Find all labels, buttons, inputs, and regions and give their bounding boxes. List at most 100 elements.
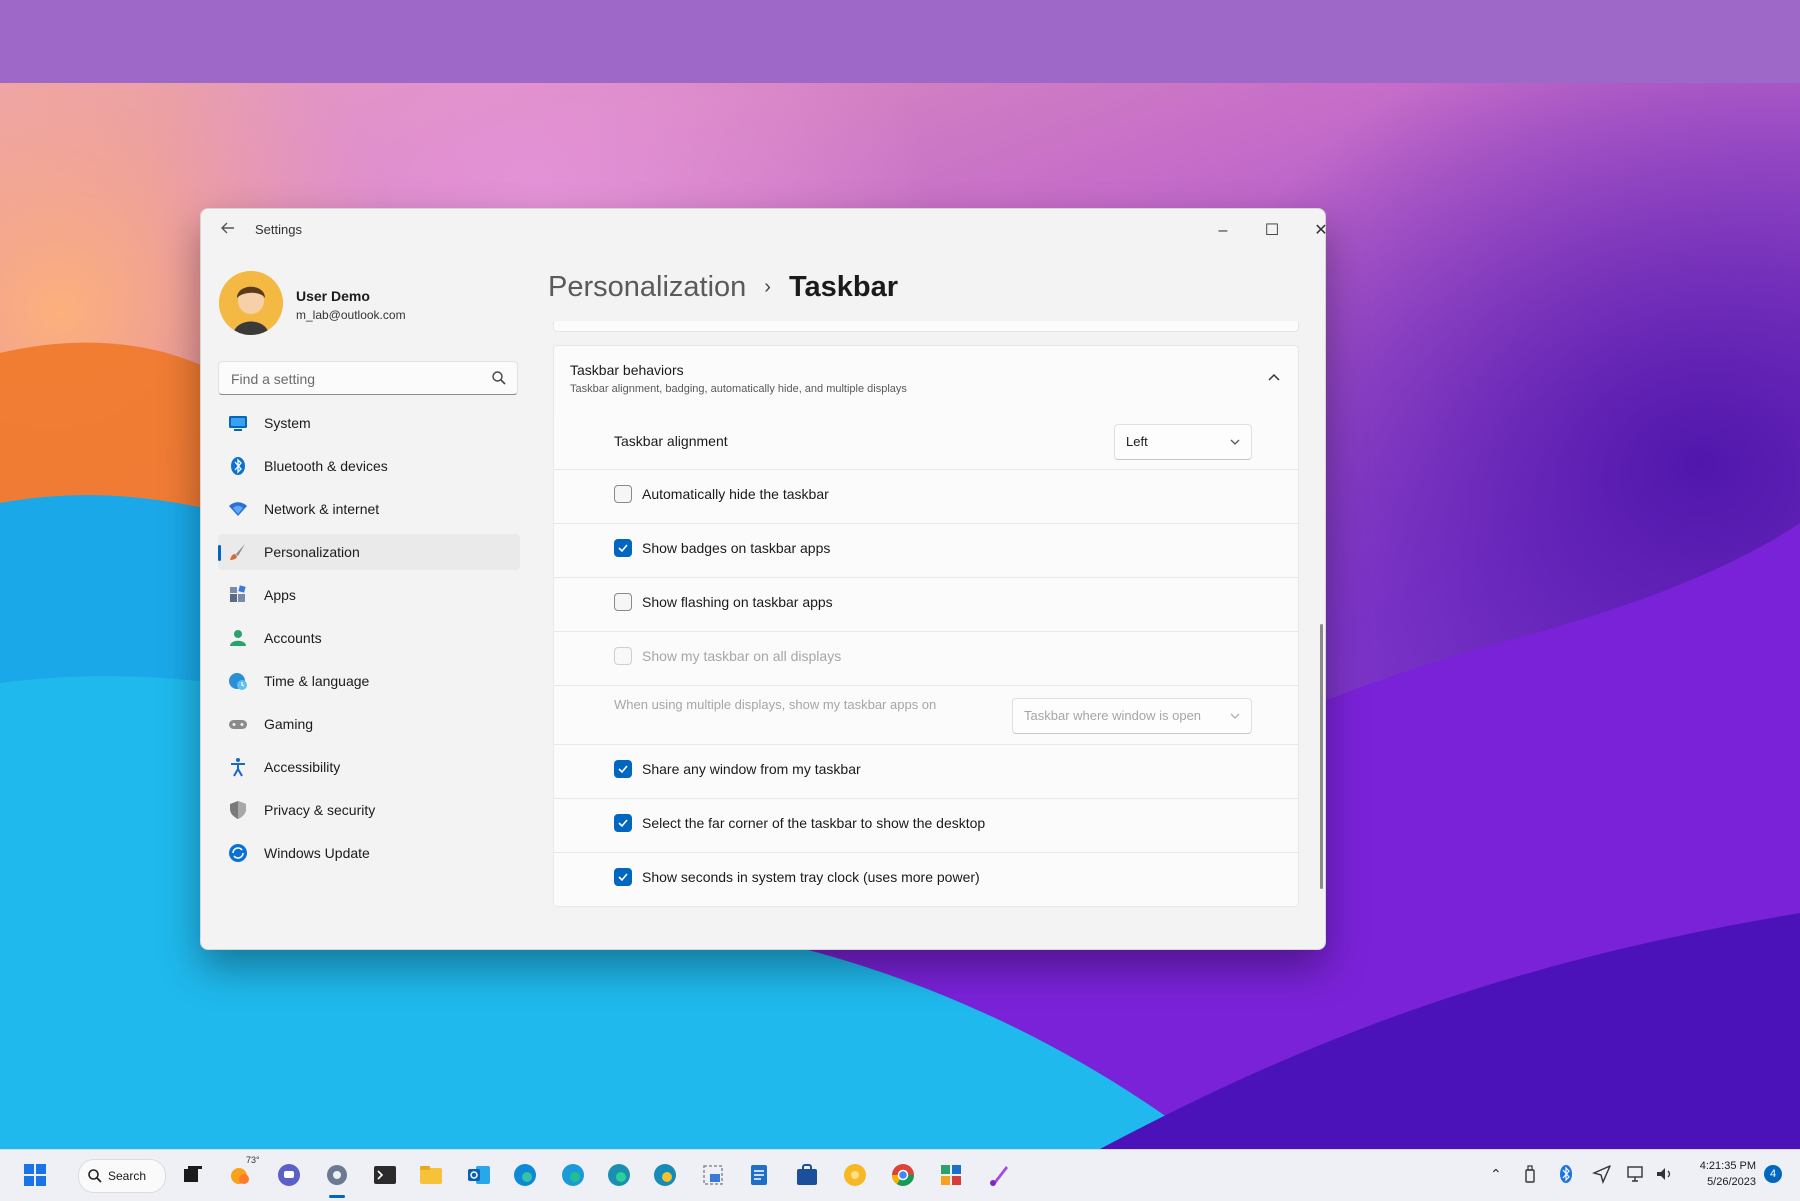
page-title: Taskbar <box>788 271 899 303</box>
weather-icon[interactable] <box>228 1162 254 1188</box>
edge-dev-icon[interactable] <box>606 1162 632 1188</box>
checkbox-row[interactable]: Show flashing on taskbar apps <box>553 578 1299 632</box>
edge-icon[interactable] <box>512 1162 538 1188</box>
minimize-icon: – <box>1218 222 1228 239</box>
store-icon[interactable] <box>794 1162 820 1188</box>
notepad-icon[interactable] <box>746 1162 772 1188</box>
checkbox-row[interactable]: Show badges on taskbar apps <box>553 524 1299 578</box>
usb-icon[interactable] <box>1520 1164 1540 1184</box>
behaviors-list: Taskbar alignment Left Automatically hid… <box>553 416 1299 907</box>
sidebar-item-label: System <box>264 415 311 431</box>
far-corner-checkbox[interactable] <box>614 814 632 832</box>
checkbox-label: Show flashing on taskbar apps <box>642 594 833 610</box>
show-badges-checkbox[interactable] <box>614 539 632 557</box>
photos-icon[interactable] <box>938 1162 964 1188</box>
search-input[interactable] <box>229 368 483 390</box>
outlook-icon[interactable] <box>466 1162 492 1188</box>
avatar[interactable] <box>219 271 283 335</box>
chevron-up-icon[interactable]: ⌃ <box>1490 1166 1502 1183</box>
close-icon: ✕ <box>1314 222 1328 239</box>
previous-card <box>553 321 1299 332</box>
user-avatar-icon <box>219 271 283 335</box>
chat-icon[interactable] <box>276 1162 302 1188</box>
edge-beta-icon[interactable] <box>560 1162 586 1188</box>
sidebar-item-windows-update[interactable]: Windows Update <box>218 835 520 871</box>
dropdown-value: Taskbar where window is open <box>1024 708 1202 723</box>
all-displays-checkbox <box>614 647 632 665</box>
back-button[interactable] <box>217 221 239 241</box>
group-description: Taskbar alignment, badging, automaticall… <box>570 383 907 395</box>
taskbar-search-button[interactable]: Search <box>78 1159 166 1193</box>
checkbox-row[interactable]: Share any window from my taskbar <box>553 745 1299 799</box>
show-flashing-checkbox[interactable] <box>614 593 632 611</box>
file-explorer-icon[interactable] <box>418 1162 444 1188</box>
sidebar-item-gaming[interactable]: Gaming <box>218 706 520 742</box>
paint-icon[interactable] <box>986 1162 1012 1188</box>
top-band <box>0 0 1800 83</box>
sidebar-item-label: Apps <box>264 587 296 603</box>
checkbox-row[interactable]: Automatically hide the taskbar <box>553 470 1299 524</box>
sidebar-item-privacy-security[interactable]: Privacy & security <box>218 792 520 828</box>
taskbar-behaviors-header[interactable]: Taskbar behaviors Taskbar alignment, bad… <box>553 345 1299 417</box>
taskbar-alignment-dropdown[interactable]: Left <box>1114 424 1252 460</box>
system-clock[interactable]: 4:21:35 PM 5/26/2023 <box>1686 1158 1756 1190</box>
volume-icon[interactable] <box>1654 1164 1674 1184</box>
brush-icon <box>230 544 245 560</box>
wifi-icon <box>229 502 247 516</box>
sidebar-item-accounts[interactable]: Accounts <box>218 620 520 656</box>
search-icon[interactable] <box>491 370 507 386</box>
breadcrumb-parent[interactable]: Personalization <box>548 271 746 303</box>
settings-content: Taskbar behaviors Taskbar alignment, bad… <box>553 321 1301 931</box>
taskbar-search-label: Search <box>108 1169 147 1183</box>
sidebar-item-personalization[interactable]: Personalization <box>218 534 520 570</box>
chevron-up-icon[interactable] <box>1266 370 1282 386</box>
chrome-icon[interactable] <box>890 1162 916 1188</box>
sidebar-item-label: Time & language <box>264 673 370 689</box>
checkbox-label: Show seconds in system tray clock (uses … <box>642 869 980 885</box>
taskbar: Search 73° ⌃ 4:21:35 PM 5/26/2023 4 <box>0 1149 1800 1201</box>
checkbox-row: Show my taskbar on all displays <box>553 632 1299 686</box>
location-icon[interactable] <box>1592 1164 1612 1184</box>
chevron-down-icon <box>1230 713 1240 719</box>
user-profile[interactable]: User Demo m_lab@outlook.com <box>219 271 519 337</box>
show-seconds-checkbox[interactable] <box>614 868 632 886</box>
settings-gear-icon[interactable] <box>324 1162 350 1188</box>
sidebar-item-accessibility[interactable]: Accessibility <box>218 749 520 785</box>
auto-hide-checkbox[interactable] <box>614 485 632 503</box>
maximize-button[interactable]: ☐ <box>1250 217 1294 245</box>
scrollbar[interactable] <box>1320 624 1323 889</box>
close-button[interactable]: ✕ <box>1299 217 1343 245</box>
sidebar-item-network[interactable]: Network & internet <box>218 491 520 527</box>
chrome-canary-icon[interactable] <box>842 1162 868 1188</box>
checkbox-label: Show badges on taskbar apps <box>642 540 831 556</box>
dropdown-value: Left <box>1126 434 1148 449</box>
notification-badge[interactable]: 4 <box>1764 1165 1782 1183</box>
checkbox-label: Automatically hide the taskbar <box>642 486 829 502</box>
share-window-checkbox[interactable] <box>614 760 632 778</box>
bluetooth-icon[interactable] <box>1556 1164 1576 1184</box>
windows-start-icon[interactable] <box>22 1162 48 1188</box>
taskbar-alignment-label: Taskbar alignment <box>614 433 728 449</box>
minimize-button[interactable]: – <box>1201 217 1245 245</box>
network-icon[interactable] <box>1626 1164 1646 1184</box>
sidebar-item-time-language[interactable]: Time & language <box>218 663 520 699</box>
settings-search[interactable] <box>218 361 518 395</box>
sidebar-item-label: Privacy & security <box>264 802 376 818</box>
snipping-tool-icon[interactable] <box>700 1162 726 1188</box>
sidebar-item-system[interactable]: System <box>218 405 520 441</box>
sidebar-nav: System Bluetooth & devices Network & int… <box>218 405 520 878</box>
sidebar-item-label: Network & internet <box>264 501 380 517</box>
sidebar-item-label: Accessibility <box>264 759 341 775</box>
edge-canary-icon[interactable] <box>652 1162 678 1188</box>
title-bar[interactable]: Settings – ☐ ✕ <box>201 209 1328 253</box>
sidebar-item-label: Personalization <box>264 544 360 560</box>
multi-display-row: When using multiple displays, show my ta… <box>553 686 1299 745</box>
sidebar-item-apps[interactable]: Apps <box>218 577 520 613</box>
multi-display-dropdown: Taskbar where window is open <box>1012 698 1252 734</box>
weather-badge: 73° <box>246 1155 260 1165</box>
terminal-icon[interactable] <box>372 1162 398 1188</box>
task-view-icon[interactable] <box>180 1162 206 1188</box>
checkbox-row[interactable]: Select the far corner of the taskbar to … <box>553 799 1299 853</box>
checkbox-row[interactable]: Show seconds in system tray clock (uses … <box>553 853 1299 907</box>
sidebar-item-bluetooth[interactable]: Bluetooth & devices <box>218 448 520 484</box>
